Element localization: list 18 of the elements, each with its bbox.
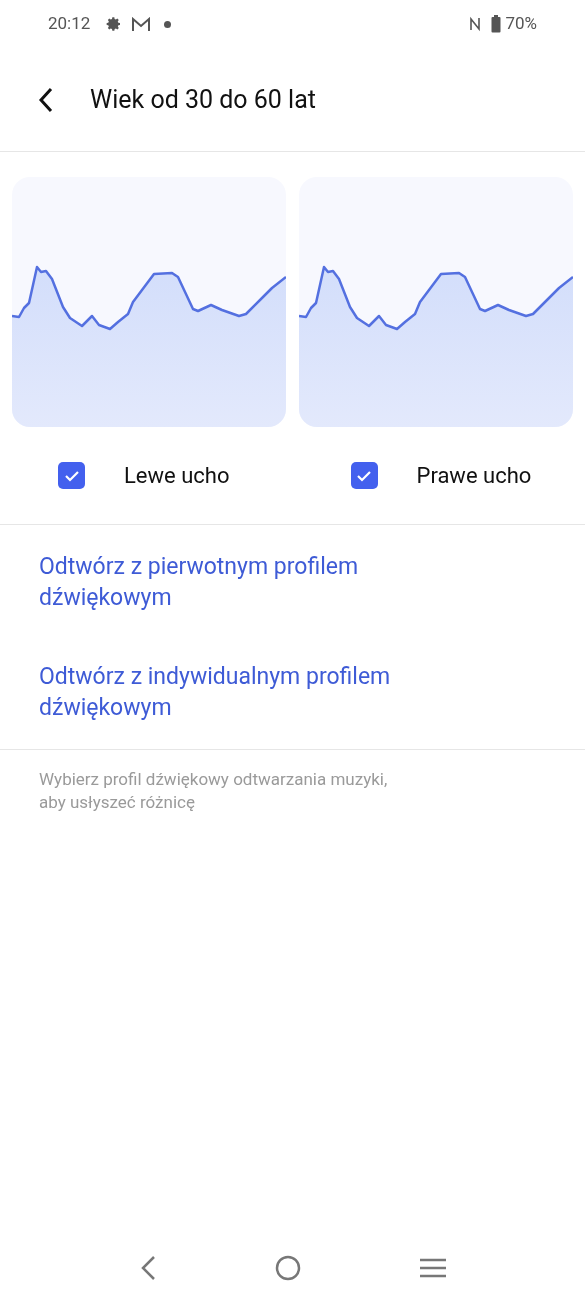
play-profile-link[interactable]: Odtwórz z pierwotnym profilem dźwiękowym: [39, 551, 439, 613]
hint-text: Wybierz profil dźwiękowy odtwarzania muzyki, aby usłyszeć różnicę: [38, 768, 389, 814]
checkmark-icon: [63, 469, 80, 482]
page-title: Wiek od 30 do 60 lat: [90, 83, 316, 116]
mail-icon: [132, 16, 151, 32]
play-profile-link[interactable]: Odtwórz z indywidualnym profilem dźwiękowym: [39, 661, 439, 723]
ear-label: Prawe ucho: [416, 462, 532, 490]
ear-checkbox[interactable]: [350, 462, 378, 489]
battery-percentage: 70%: [505, 12, 537, 36]
ear-label: Lewe ucho: [124, 462, 230, 490]
checkmark-icon: [356, 469, 372, 482]
battery-icon: [491, 15, 502, 33]
clock-time: 20:12: [48, 12, 91, 36]
menu-nav-button[interactable]: [418, 1257, 447, 1279]
settings-icon: [106, 16, 123, 32]
nfc-icon: [469, 16, 482, 32]
ear-checkbox[interactable]: [58, 462, 85, 489]
home-nav-button[interactable]: [274, 1254, 303, 1282]
